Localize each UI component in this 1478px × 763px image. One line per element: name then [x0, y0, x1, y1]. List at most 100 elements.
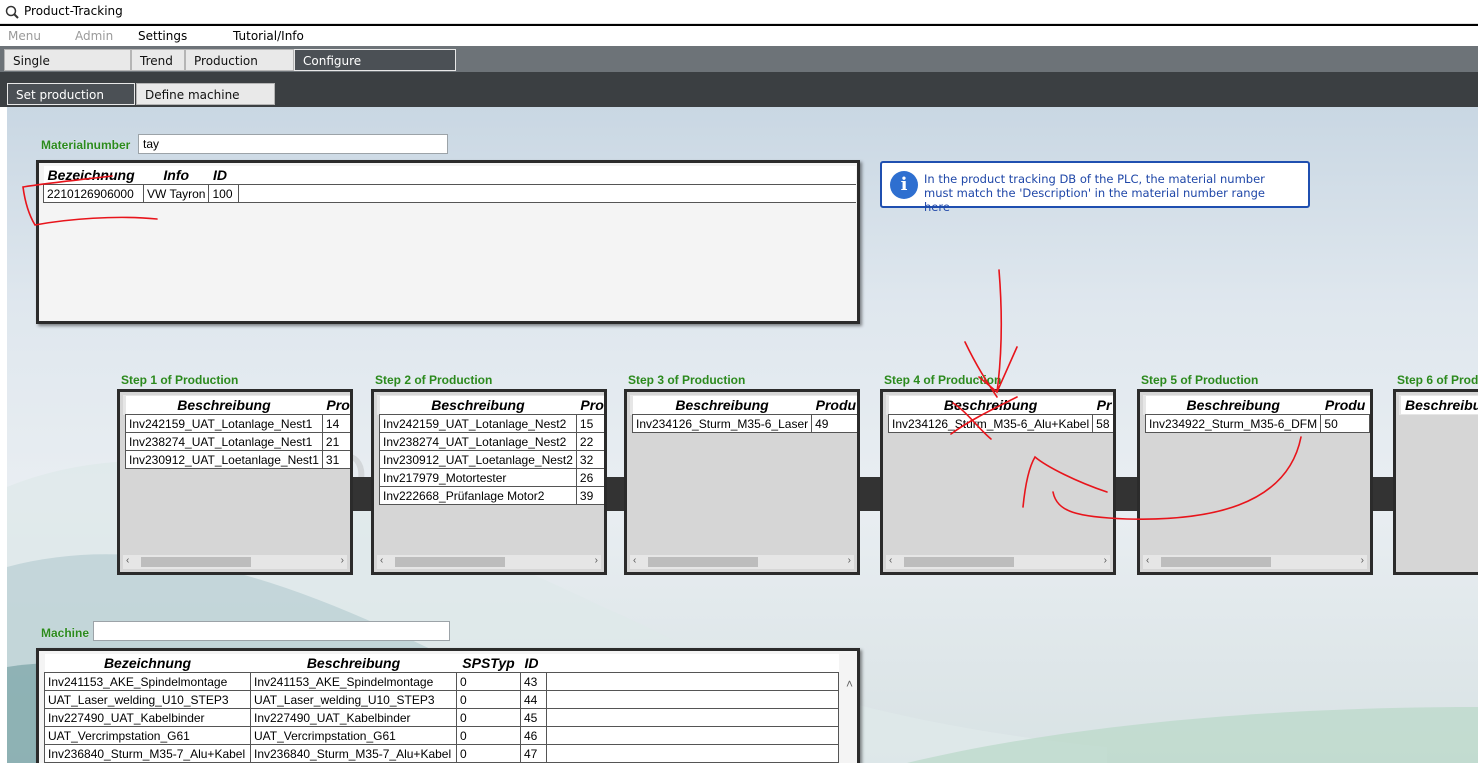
step-cell[interactable]: 32 — [575, 450, 604, 469]
table-row[interactable]: Inv234126_Sturm_M35-6_Laser 49 — [631, 414, 857, 433]
column-header-beschreibung[interactable]: Beschreibung — [250, 654, 457, 673]
horizontal-scrollbar[interactable]: ‹ › — [630, 555, 854, 569]
machine-cell[interactable]: Inv236840_Sturm_M35-7_Alu+Kabel — [250, 744, 457, 763]
horizontal-scrollbar[interactable]: ‹ › — [123, 555, 347, 569]
table-row[interactable]: Inv227490_UAT_Kabelbinder Inv227490_UAT_K… — [44, 708, 839, 727]
machine-cell[interactable]: 0 — [456, 690, 521, 709]
column-header-production[interactable]: Pro — [576, 396, 604, 415]
step-cell[interactable]: 58 — [1092, 414, 1113, 433]
horizontal-scrollbar[interactable]: ‹ › — [1143, 555, 1367, 569]
machine-cell[interactable]: Inv227490_UAT_Kabelbinder — [250, 708, 457, 727]
step-cell[interactable]: 39 — [575, 486, 604, 505]
menu-item-menu[interactable]: Menu — [8, 29, 41, 43]
table-row[interactable]: Inv234922_Sturm_M35-6_DFM 50 — [1144, 414, 1370, 433]
column-header-id[interactable]: ID — [520, 654, 547, 673]
machine-cell[interactable]: 43 — [520, 672, 547, 691]
column-header-beschreibung[interactable]: Beschreibung — [1145, 396, 1321, 415]
table-row[interactable]: Inv238274_UAT_Lotanlage_Nest1 21 — [125, 432, 350, 451]
step-cell[interactable]: Inv222668_Prüfanlage Motor2 — [379, 486, 577, 505]
material-cell[interactable]: 2210126906000 — [43, 184, 144, 203]
column-header-bezeichnung[interactable]: Bezeichnung — [44, 654, 251, 673]
step-cell[interactable]: Inv242159_UAT_Lotanlage_Nest1 — [125, 414, 323, 433]
machine-cell[interactable]: UAT_Laser_welding_U10_STEP3 — [44, 690, 251, 709]
step-cell[interactable]: Inv217979_Motortester — [379, 468, 577, 487]
step-cell[interactable]: Inv230912_UAT_Loetanlage_Nest2 — [379, 450, 577, 469]
step-cell[interactable]: Inv242159_UAT_Lotanlage_Nest2 — [379, 414, 577, 433]
machine-cell[interactable]: 47 — [520, 744, 547, 763]
table-row[interactable]: Inv238274_UAT_Lotanlage_Nest2 22 — [379, 432, 604, 451]
horizontal-scrollbar[interactable]: ‹ › — [886, 555, 1110, 569]
step-cell[interactable]: Inv238274_UAT_Lotanlage_Nest1 — [125, 432, 323, 451]
table-row[interactable]: Inv230912_UAT_Loetanlage_Nest1 31 — [125, 450, 350, 469]
step-cell[interactable]: 14 — [321, 414, 350, 433]
machine-cell[interactable]: UAT_Vercrimpstation_G61 — [44, 726, 251, 745]
material-cell[interactable]: VW Tayron — [142, 184, 210, 203]
step-cell[interactable]: Inv234126_Sturm_M35-6_Laser — [631, 414, 813, 433]
table-row[interactable]: Inv222668_Prüfanlage Motor2 39 — [379, 486, 604, 505]
step-cell[interactable]: 31 — [321, 450, 350, 469]
column-header-production[interactable]: Pr — [1092, 396, 1113, 415]
step-cell[interactable]: Inv234922_Sturm_M35-6_DFM — [1144, 414, 1322, 433]
tab-single-identnumber[interactable]: Single Identnumber — [4, 49, 131, 90]
scroll-right-icon[interactable]: › — [1361, 555, 1364, 566]
table-row[interactable]: UAT_Vercrimpstation_G61 UAT_Vercrimpstati… — [44, 726, 839, 745]
scroll-right-icon[interactable]: › — [1104, 555, 1107, 566]
tab-set-production-flow[interactable]: Set production flow — [7, 83, 135, 124]
step-cell[interactable]: Inv234126_Sturm_M35-6_Alu+Kabel — [887, 414, 1094, 433]
step-cell[interactable]: 50 — [1320, 414, 1370, 433]
machine-cell[interactable]: UAT_Vercrimpstation_G61 — [250, 726, 457, 745]
machine-cell[interactable]: 0 — [456, 708, 521, 727]
table-row[interactable]: Inv242159_UAT_Lotanlage_Nest1 14 — [125, 414, 350, 433]
step-cell[interactable]: Inv230912_UAT_Loetanlage_Nest1 — [125, 450, 323, 469]
machine-cell[interactable]: 46 — [520, 726, 547, 745]
table-row[interactable]: Inv241153_AKE_Spindelmontage Inv241153_AK… — [44, 672, 839, 691]
menu-item-tutorial-info[interactable]: Tutorial/Info — [233, 29, 304, 43]
step-cell[interactable]: 15 — [575, 414, 604, 433]
column-header-beschreibung[interactable]: Beschreibung — [379, 396, 577, 415]
scroll-right-icon[interactable]: › — [848, 555, 851, 566]
material-cell[interactable]: 100 — [208, 184, 240, 203]
table-row[interactable]: Inv242159_UAT_Lotanlage_Nest2 15 — [379, 414, 604, 433]
machine-cell[interactable]: Inv241153_AKE_Spindelmontage — [250, 672, 457, 691]
tab-production-flow[interactable]: Production flow — [185, 49, 294, 90]
step-cell[interactable]: 26 — [575, 468, 604, 487]
tab-configure-producttracking[interactable]: Configure producttracking — [294, 49, 456, 90]
column-header-bezeichnung[interactable]: Bezeichnung — [43, 166, 144, 185]
column-header-info[interactable]: Info — [143, 166, 209, 185]
table-row[interactable]: Inv236840_Sturm_M35-7_Alu+Kabel Inv236840… — [44, 744, 839, 763]
scroll-left-icon[interactable]: ‹ — [1146, 555, 1149, 566]
machine-cell[interactable]: 0 — [456, 672, 521, 691]
column-header-production[interactable]: Produ — [1320, 396, 1370, 415]
column-header-spstyp[interactable]: SPSTyp — [456, 654, 521, 673]
scroll-left-icon[interactable]: ‹ — [633, 555, 636, 566]
machine-input[interactable] — [93, 621, 450, 641]
machine-cell[interactable]: 0 — [456, 744, 521, 763]
menu-item-settings[interactable]: Settings — [138, 29, 187, 43]
table-row[interactable]: Inv217979_Motortester 26 — [379, 468, 604, 487]
tab-trend[interactable]: Trend — [131, 49, 185, 71]
step-cell[interactable]: 21 — [321, 432, 350, 451]
column-header-beschreibung[interactable]: Beschreibu — [1401, 396, 1478, 414]
scroll-left-icon[interactable]: ‹ — [380, 555, 383, 566]
machine-cell[interactable]: 0 — [456, 726, 521, 745]
column-header-production[interactable]: Pro — [322, 396, 350, 415]
column-header-beschreibung[interactable]: Beschreibung — [632, 396, 812, 415]
horizontal-scrollbar[interactable]: ‹ › — [377, 555, 601, 569]
machine-cell[interactable]: Inv227490_UAT_Kabelbinder — [44, 708, 251, 727]
machine-cell[interactable]: 44 — [520, 690, 547, 709]
table-row[interactable]: 2210126906000 VW Tayron 100 — [43, 184, 856, 203]
scroll-left-icon[interactable]: ‹ — [126, 555, 129, 566]
step-cell[interactable]: Inv238274_UAT_Lotanlage_Nest2 — [379, 432, 577, 451]
table-row[interactable]: Inv234126_Sturm_M35-6_Alu+Kabel 58 — [887, 414, 1113, 433]
column-header-beschreibung[interactable]: Beschreibung — [125, 396, 323, 415]
table-row[interactable]: UAT_Laser_welding_U10_STEP3 UAT_Laser_wel… — [44, 690, 839, 709]
step-cell[interactable]: 22 — [575, 432, 604, 451]
machine-cell[interactable]: UAT_Laser_welding_U10_STEP3 — [250, 690, 457, 709]
menu-item-admin[interactable]: Admin — [75, 29, 113, 43]
step-cell[interactable]: 49 — [811, 414, 857, 433]
scroll-up-icon[interactable]: ˄ — [846, 677, 853, 691]
tab-define-machine-items[interactable]: Define machine items — [136, 83, 275, 124]
column-header-id[interactable]: ID — [208, 166, 239, 185]
table-row[interactable]: Inv230912_UAT_Loetanlage_Nest2 32 — [379, 450, 604, 469]
machine-cell[interactable]: 45 — [520, 708, 547, 727]
